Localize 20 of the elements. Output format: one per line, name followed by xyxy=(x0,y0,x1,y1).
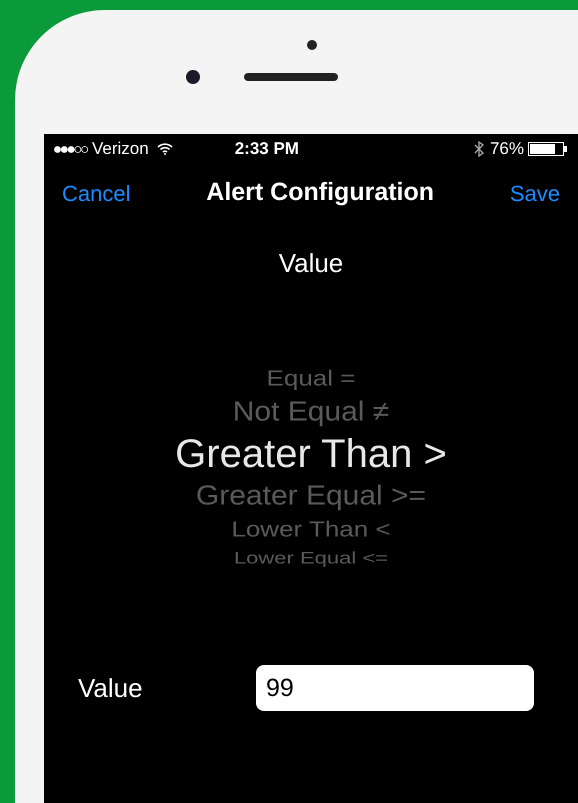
picker-option[interactable]: Greater Than > xyxy=(175,430,447,478)
battery-percent: 76% xyxy=(490,138,524,160)
battery-icon xyxy=(528,142,568,156)
section-title: Value xyxy=(278,247,344,280)
picker-option[interactable]: Lower Than < xyxy=(231,516,391,543)
picker-option[interactable]: Not Equal ≠ xyxy=(232,396,390,429)
picker-option[interactable]: Lower Equal <= xyxy=(234,548,388,569)
front-camera xyxy=(186,70,200,84)
cancel-button[interactable]: Cancel xyxy=(62,176,130,210)
picker-option[interactable]: Equal = xyxy=(266,366,356,392)
value-input[interactable]: 99 xyxy=(256,665,534,711)
nav-title: Alert Configuration xyxy=(206,177,434,208)
carrier-name: Verizon xyxy=(92,138,149,160)
signal-icon xyxy=(54,146,88,152)
value-label: Value xyxy=(78,672,144,704)
wifi-icon xyxy=(156,143,173,155)
bluetooth-icon xyxy=(474,141,484,157)
save-button[interactable]: Save xyxy=(510,176,560,210)
picker-option[interactable]: Greater Equal >= xyxy=(196,480,426,513)
status-time: 2:33 PM xyxy=(234,138,299,160)
